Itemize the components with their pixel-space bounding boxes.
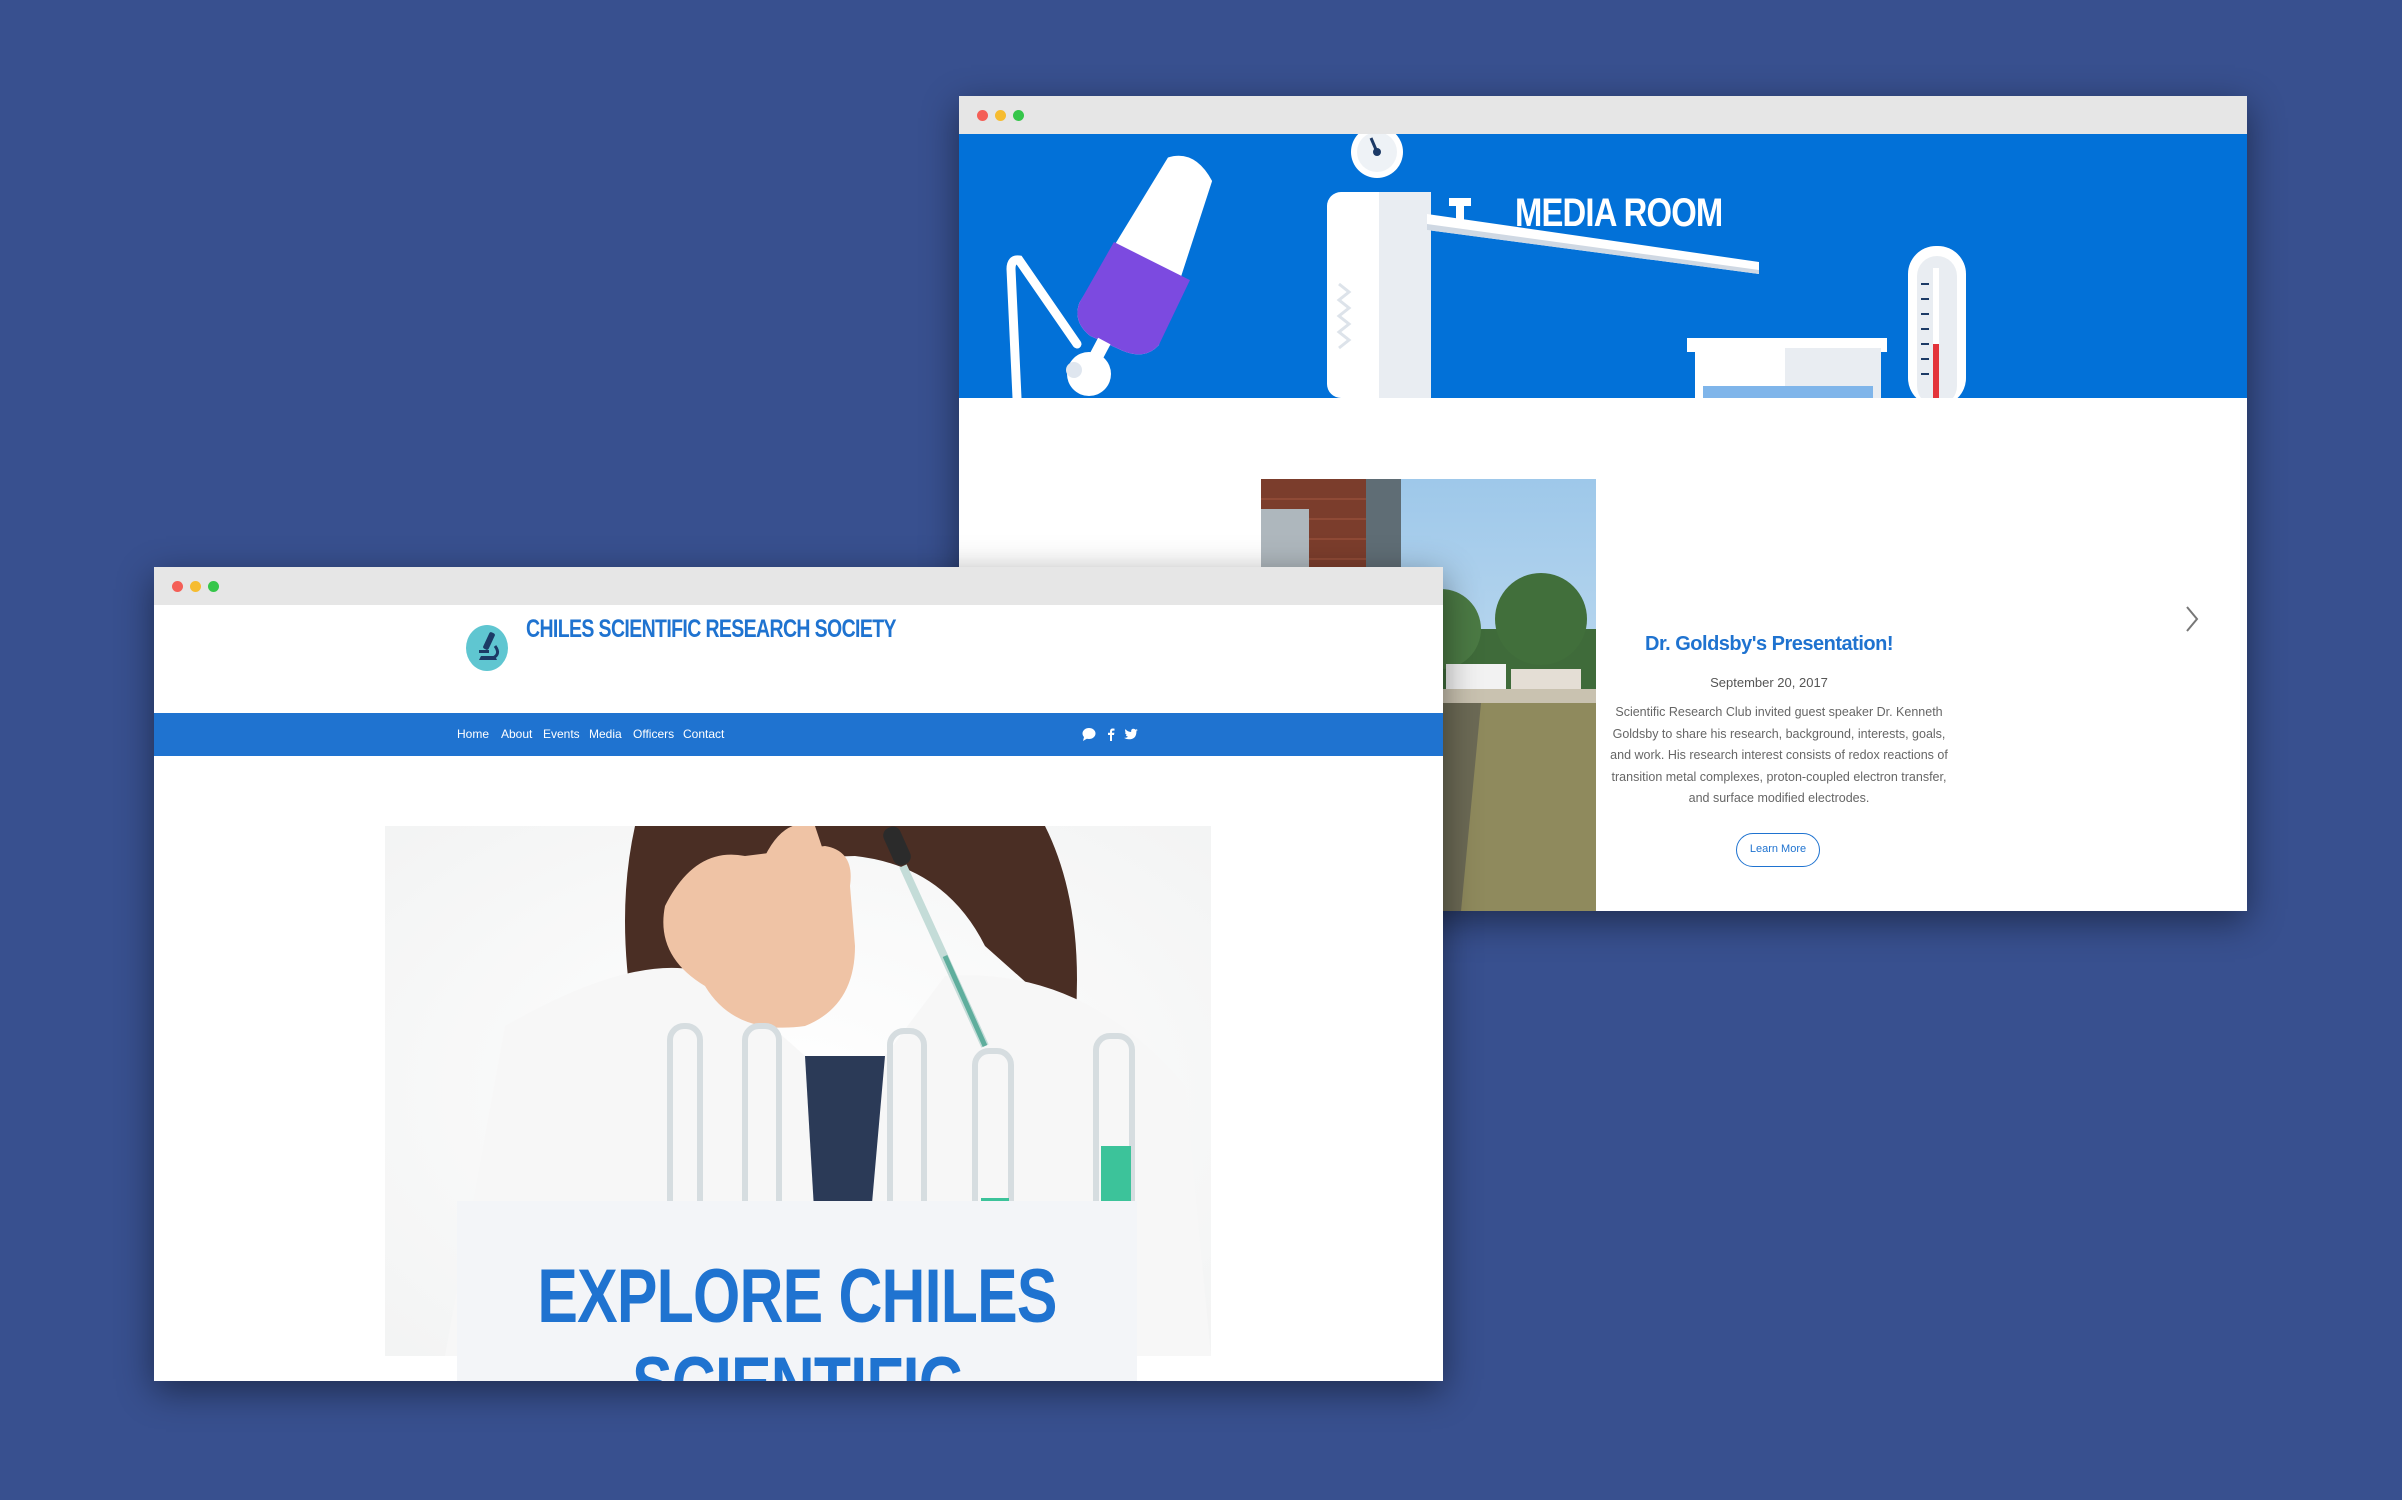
home-content: EXPLORE CHILES SCIENTIFIC RESEARCH [154,756,1443,1381]
post-excerpt: Scientific Research Club invited guest s… [1610,705,1948,805]
hero-heading: EXPLORE CHILES SCIENTIFIC RESEARCH [537,1254,1057,1381]
media-room-title: MEDIA ROOM [1515,191,1723,235]
learn-more-button[interactable]: Learn More [1736,833,1820,867]
home-window: CHILES SCIENTIFIC RESEARCH SOCIETY Home … [154,567,1443,1381]
nav-events[interactable]: Events [543,727,580,741]
chevron-right-icon[interactable] [2185,605,2199,633]
post-date: September 20, 2017 [1710,675,1828,690]
lab-equipment-illustration [1006,134,1966,398]
hero-text-panel: EXPLORE CHILES SCIENTIFIC RESEARCH [457,1201,1137,1381]
nav-officers[interactable]: Officers [633,727,674,741]
facebook-icon[interactable] [1103,726,1119,742]
site-header: CHILES SCIENTIFIC RESEARCH SOCIETY [154,605,1443,713]
post-title[interactable]: Dr. Goldsby's Presentation! [1599,633,1939,656]
maximize-window-button[interactable] [208,581,219,592]
window-titlebar [959,96,2247,134]
close-window-button[interactable] [172,581,183,592]
twitter-icon[interactable] [1123,726,1139,742]
microscope-logo-icon[interactable] [465,624,509,672]
media-hero-banner: MEDIA ROOM [959,134,2247,398]
nav-media[interactable]: Media [589,727,622,741]
site-name[interactable]: CHILES SCIENTIFIC RESEARCH SOCIETY [526,615,897,644]
chat-icon[interactable] [1081,726,1097,742]
main-navigation: Home About Events Media Officers Contact [154,713,1443,756]
nav-contact[interactable]: Contact [683,727,724,741]
minimize-window-button[interactable] [190,581,201,592]
nav-home[interactable]: Home [457,727,489,741]
maximize-window-button[interactable] [1013,110,1024,121]
minimize-window-button[interactable] [995,110,1006,121]
window-titlebar [154,567,1443,605]
nav-about[interactable]: About [501,727,532,741]
close-window-button[interactable] [977,110,988,121]
